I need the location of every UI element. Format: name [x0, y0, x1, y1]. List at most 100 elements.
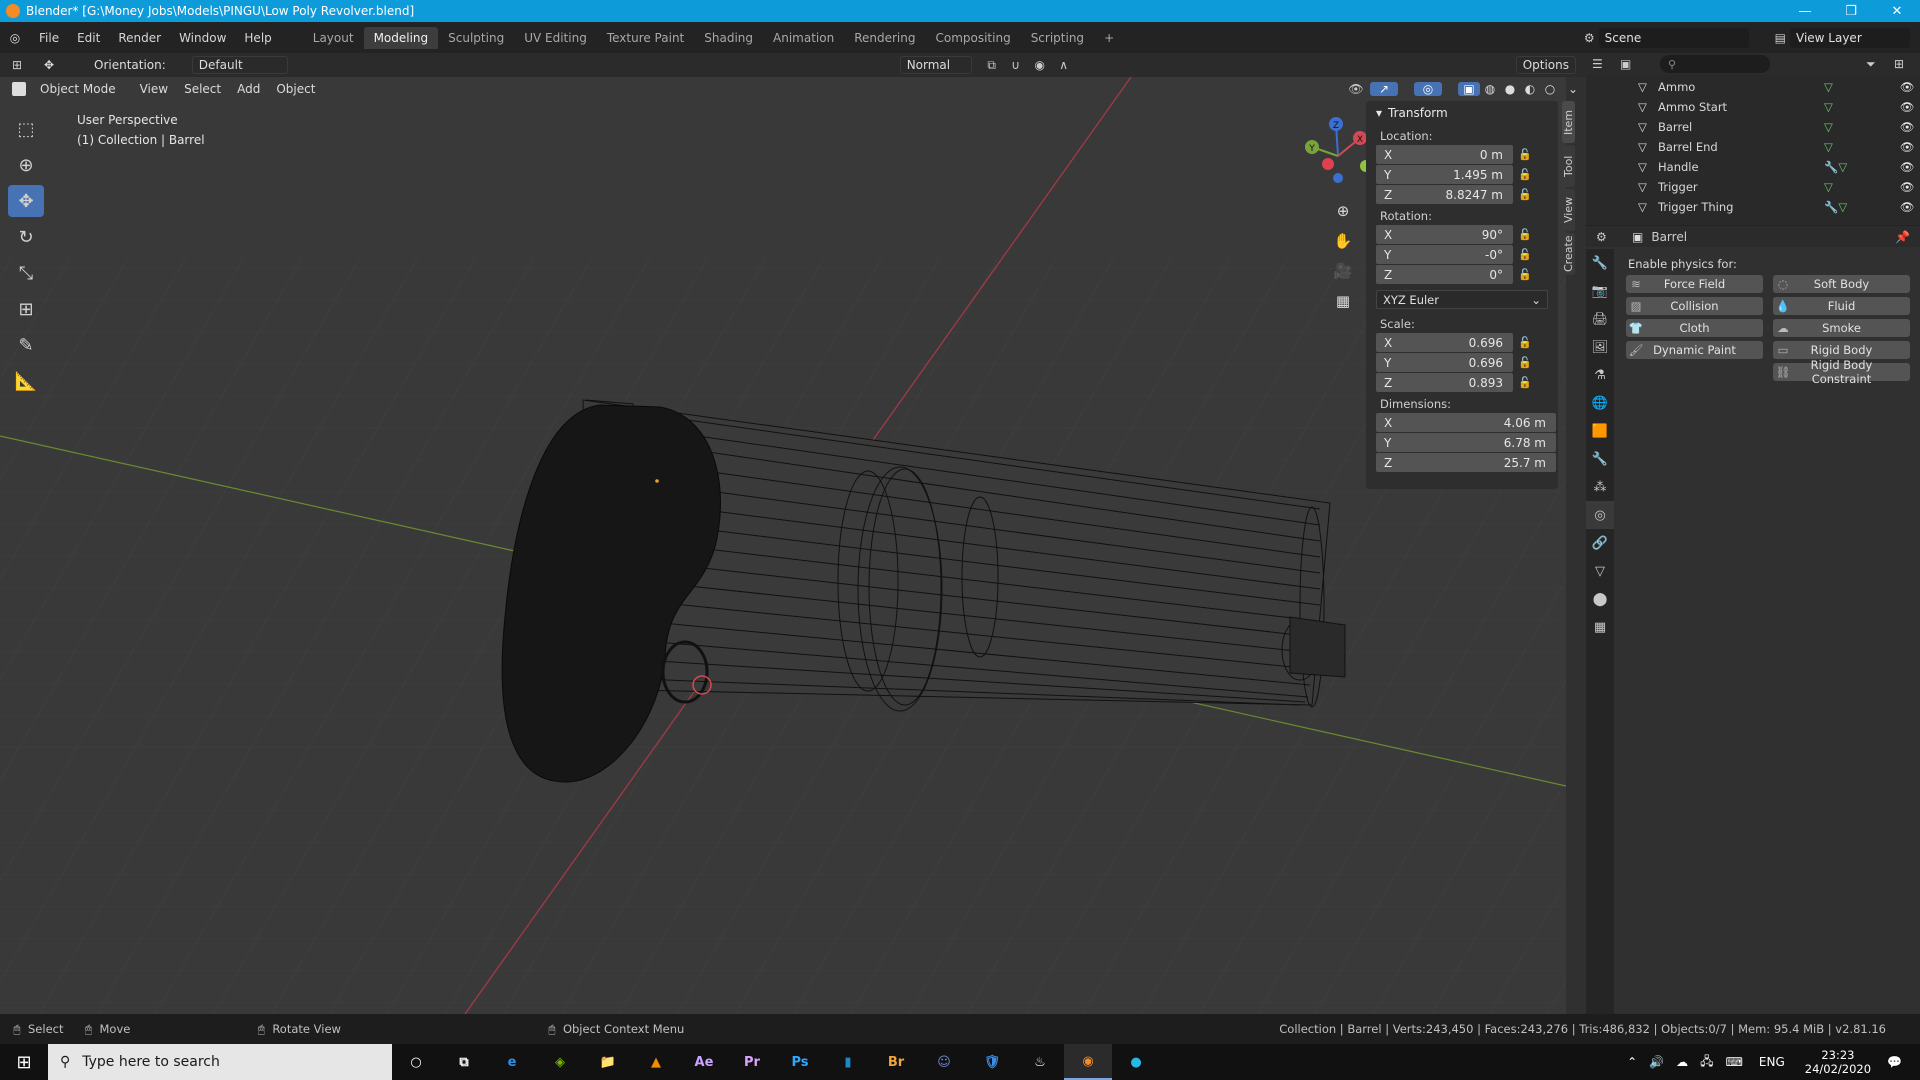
data-props-icon[interactable]: ▽ — [1586, 557, 1614, 585]
cursor-tool-icon[interactable]: ⊕ — [8, 149, 44, 181]
properties-editor-icon[interactable]: ⚙ — [1596, 230, 1632, 244]
menu-file[interactable]: File — [30, 31, 68, 45]
transform-tool-icon[interactable]: ⊞ — [8, 293, 44, 325]
object-props-icon[interactable]: 🟧 — [1586, 417, 1614, 445]
menu-add[interactable]: Add — [229, 82, 268, 96]
options-dropdown[interactable]: Options — [1515, 56, 1576, 74]
falloff-icon[interactable]: ∧ — [1052, 58, 1076, 72]
lock-icon[interactable]: 🔓 — [1513, 168, 1537, 181]
vlc-icon[interactable]: ▲ — [632, 1044, 680, 1080]
tool-props-icon[interactable]: 🔧 — [1586, 249, 1614, 277]
smoke-button[interactable]: ☁ Smoke — [1773, 319, 1910, 337]
pin-icon[interactable]: 📌 — [1895, 230, 1910, 244]
lock-icon[interactable]: 🔓 — [1513, 188, 1537, 201]
grid-view-icon[interactable]: ▦ — [1330, 286, 1356, 316]
calendar-app-icon[interactable]: ▮ — [824, 1044, 872, 1080]
lock-icon[interactable]: 🔓 — [1513, 376, 1537, 389]
cortana-icon[interactable]: ○ — [392, 1044, 440, 1080]
tab-compositing[interactable]: Compositing — [925, 27, 1020, 49]
bridge-icon[interactable]: Br — [872, 1044, 920, 1080]
modifier-props-icon[interactable]: 🔧 — [1586, 445, 1614, 473]
menu-render[interactable]: Render — [109, 31, 170, 45]
after-effects-icon[interactable]: Ae — [680, 1044, 728, 1080]
rigid-body-constraint-button[interactable]: ⛓ Rigid Body Constraint — [1773, 358, 1910, 386]
view-layer-props-icon[interactable]: 🖼 — [1586, 333, 1614, 361]
menu-view[interactable]: View — [132, 82, 176, 96]
proportional-edit-icon[interactable]: ◉ — [1028, 58, 1052, 72]
annotate-tool-icon[interactable]: ✎ — [8, 329, 44, 361]
force-field-button[interactable]: ≋ Force Field — [1626, 275, 1763, 293]
outliner-row[interactable]: ▽ Handle 🔧▽ 👁 — [1586, 157, 1920, 177]
restore-icon[interactable]: ❐ — [1828, 4, 1874, 19]
outliner-row[interactable]: ▽ Barrel End ▽ 👁 — [1586, 137, 1920, 157]
network-icon[interactable]: 🖧 — [1700, 1052, 1713, 1073]
scene-icon[interactable]: ⚙ — [1584, 31, 1595, 45]
dynamic-paint-button[interactable]: 🖌 Dynamic Paint — [1626, 341, 1763, 359]
object-mode-dropdown[interactable]: Object Mode — [32, 82, 124, 96]
outliner-row[interactable]: ▽ Trigger ▽ 👁 — [1586, 177, 1920, 197]
snap-icon[interactable]: ⧉ — [980, 58, 1004, 73]
tab-shading[interactable]: Shading — [694, 27, 763, 49]
tab-sculpting[interactable]: Sculpting — [438, 27, 514, 49]
scene-selector[interactable]: Scene — [1598, 27, 1749, 48]
outliner-search-input[interactable]: ⚲ — [1660, 55, 1770, 73]
outliner-row[interactable]: ▽ Trigger Thing 🔧▽ 👁 — [1586, 197, 1920, 217]
magnet-icon[interactable]: ∪ — [1004, 58, 1028, 72]
view-layer-selector[interactable]: View Layer — [1790, 27, 1910, 48]
display-mode-icon[interactable]: ▣ — [1620, 57, 1648, 71]
edge-icon[interactable]: e — [488, 1044, 536, 1080]
scale-y-field[interactable]: Y 0.696 — [1376, 353, 1513, 372]
menu-help[interactable]: Help — [235, 31, 280, 45]
eye-icon[interactable]: 👁 — [1894, 140, 1920, 154]
rigid-body-button[interactable]: ▭ Rigid Body — [1773, 341, 1910, 359]
windows-start-icon[interactable]: ⊞ — [0, 1044, 48, 1080]
dimensions-x-field[interactable]: X 4.06 m — [1376, 413, 1556, 432]
scale-tool-icon[interactable]: ⤡ — [8, 257, 44, 289]
lock-icon[interactable]: 🔓 — [1513, 336, 1537, 349]
add-workspace-icon[interactable]: + — [1094, 27, 1124, 49]
transform-panel-header[interactable]: ▾ Transform — [1366, 101, 1558, 125]
tab-scripting[interactable]: Scripting — [1021, 27, 1094, 49]
material-shading-icon[interactable]: ◐ — [1520, 82, 1540, 96]
location-y-field[interactable]: Y 1.495 m — [1376, 165, 1513, 184]
cloth-button[interactable]: 👕 Cloth — [1626, 319, 1763, 337]
tab-item[interactable]: Item — [1562, 101, 1575, 143]
pan-hand-icon[interactable]: ✋ — [1330, 226, 1356, 256]
material-props-icon[interactable]: ⬤ — [1586, 585, 1614, 613]
keyboard-icon[interactable]: ⌨ — [1726, 1055, 1743, 1069]
security-shield-icon[interactable]: 🛡 — [968, 1044, 1016, 1080]
clock[interactable]: 23:23 24/02/2020 — [1805, 1048, 1871, 1076]
physics-props-icon[interactable]: ◎ — [1586, 501, 1614, 529]
eye-icon[interactable]: 👁 — [1894, 80, 1920, 94]
wireframe-shading-icon[interactable]: ◍ — [1480, 82, 1500, 96]
rotation-mode-dropdown[interactable]: XYZ Euler ⌄ — [1376, 290, 1548, 309]
select-box-tool-icon[interactable]: ⬚ — [8, 113, 44, 145]
move-tool-button-icon[interactable]: ✥ — [8, 185, 44, 217]
close-icon[interactable]: ✕ — [1874, 4, 1920, 19]
outliner-row[interactable]: ▽ Ammo ▽ 👁 — [1586, 77, 1920, 97]
rendered-shading-icon[interactable]: ○ — [1540, 82, 1560, 96]
blender-taskbar-icon[interactable]: ◉ — [1064, 1044, 1112, 1080]
rotation-z-field[interactable]: Z 0° — [1376, 265, 1513, 284]
transform-pivot-dropdown[interactable]: Normal — [899, 56, 972, 74]
menu-edit[interactable]: Edit — [68, 31, 109, 45]
measure-tool-icon[interactable]: 📐 — [8, 365, 44, 397]
premiere-icon[interactable]: Pr — [728, 1044, 776, 1080]
eye-icon[interactable]: 👁 — [1894, 200, 1920, 214]
rotate-tool-icon[interactable]: ↻ — [8, 221, 44, 253]
tab-modeling[interactable]: Modeling — [363, 26, 439, 49]
rotation-x-field[interactable]: X 90° — [1376, 225, 1513, 244]
location-x-field[interactable]: X0 m — [1376, 145, 1513, 164]
minimize-icon[interactable]: — — [1782, 4, 1828, 19]
tab-texture-paint[interactable]: Texture Paint — [597, 27, 694, 49]
scene-props-icon[interactable]: ⚗ — [1586, 361, 1614, 389]
camera-icon[interactable]: 🎥 — [1330, 256, 1356, 286]
editor-type-icon[interactable]: ⊞ — [0, 58, 34, 72]
outliner-editor-icon[interactable]: ☰ — [1592, 57, 1620, 71]
tab-tool[interactable]: Tool — [1562, 145, 1575, 187]
view-layer-icon[interactable]: ▤ — [1775, 31, 1786, 45]
particles-props-icon[interactable]: ⁂ — [1586, 473, 1614, 501]
collision-button[interactable]: ▨ Collision — [1626, 297, 1763, 315]
fluid-button[interactable]: 💧 Fluid — [1773, 297, 1910, 315]
eye-icon[interactable]: 👁 — [1894, 100, 1920, 114]
